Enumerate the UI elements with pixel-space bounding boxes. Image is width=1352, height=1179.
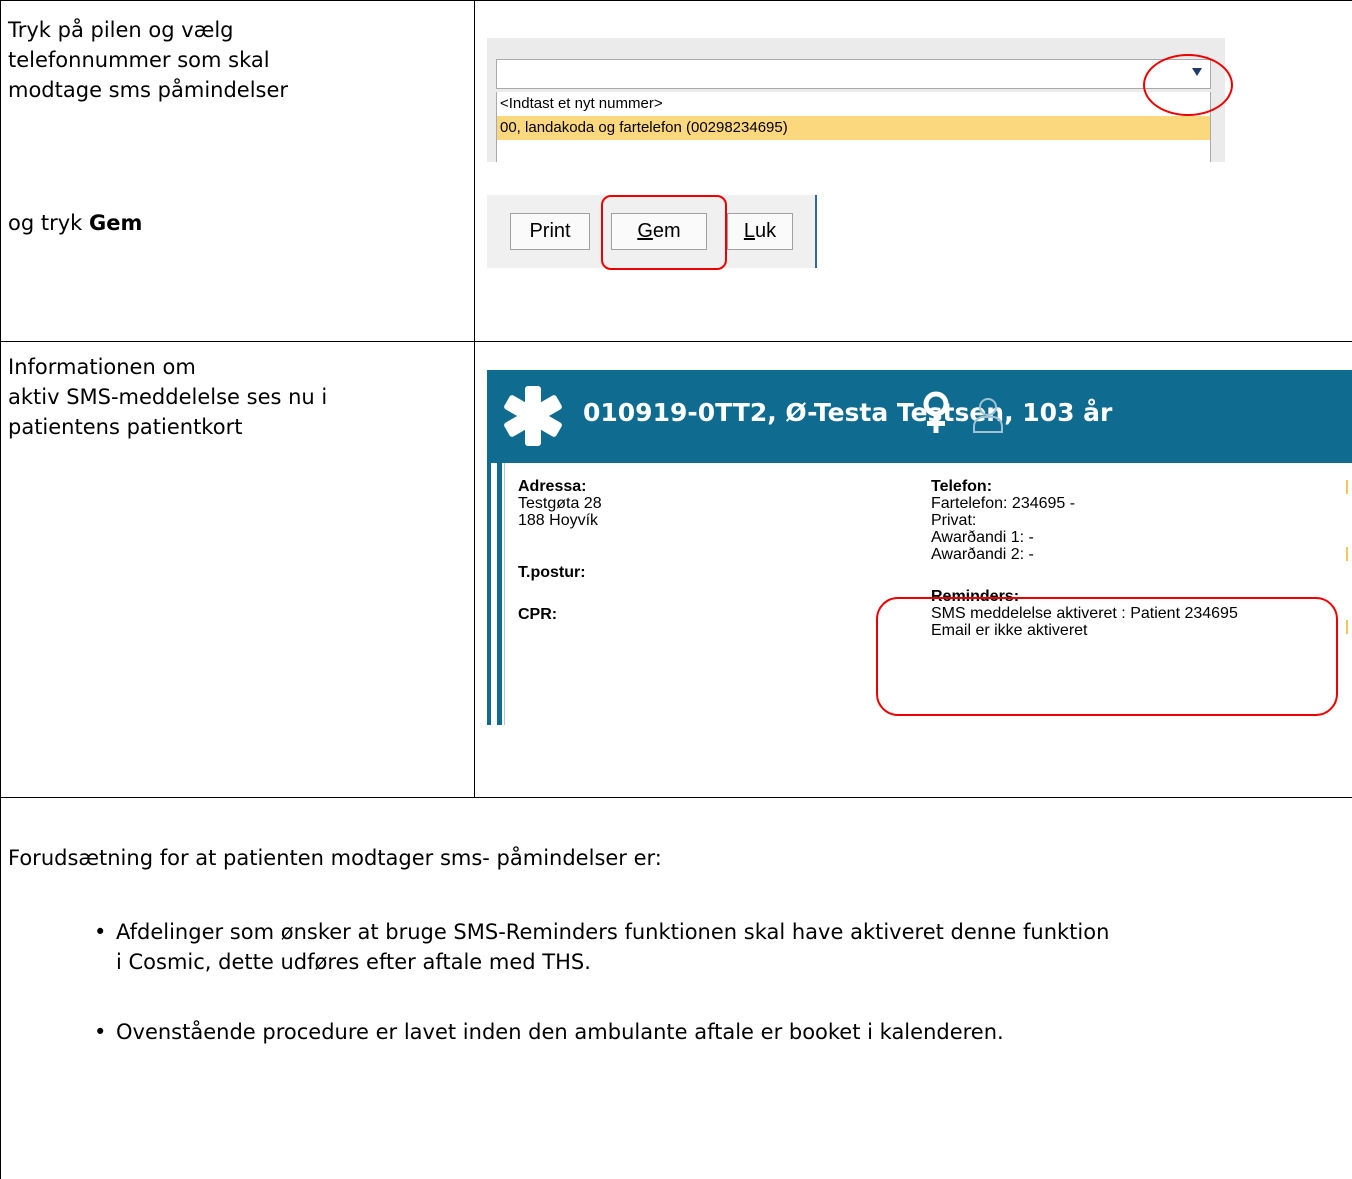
- address-street: Testgøta 28: [518, 495, 602, 512]
- instruction-text: Tryk på pilen og vælg telefonnummer som …: [8, 15, 288, 105]
- dropdown-screenshot: <Indtast et nyt nummer> 00, landakoda og…: [487, 38, 1225, 162]
- table-divider-row1: [0, 341, 1352, 342]
- print-button[interactable]: Print: [510, 213, 590, 250]
- instruction-line: telefonnummer som skal: [8, 48, 270, 72]
- prerequisite-intro: Forudsætning for at patienten modtager s…: [8, 846, 662, 870]
- medical-star-icon: [504, 386, 562, 446]
- instruction-document: Tryk på pilen og vælg telefonnummer som …: [0, 0, 1352, 1179]
- card-edge-marker: [1346, 480, 1348, 494]
- patient-header: 010919-0TT2, Ø-Testa Testsen, 103 år: [487, 370, 1352, 463]
- gem-instruction: og tryk Gem: [8, 208, 142, 238]
- postur-label: T.postur:: [518, 564, 586, 581]
- bullet-item-line: Ovenstående procedure er lavet inden den…: [116, 1020, 1004, 1044]
- bullet-item: Afdelinger som ønsker at bruge SMS-Remin…: [116, 917, 1109, 977]
- female-icon: [923, 391, 949, 433]
- gem-instruction-prefix: og tryk: [8, 211, 89, 235]
- bullet-item: Ovenstående procedure er lavet inden den…: [116, 1017, 1004, 1047]
- luk-button[interactable]: Luk: [727, 213, 793, 250]
- address-label: Adressa:: [518, 478, 587, 495]
- privat-value: Privat:: [931, 512, 977, 529]
- luk-button-mnemonic: L: [743, 220, 755, 242]
- highlight-box-reminders: [876, 597, 1338, 716]
- card-edge-bar: [487, 463, 491, 725]
- bullet-item-line: Afdelinger som ønsker at bruge SMS-Remin…: [116, 920, 1110, 944]
- card-edge-marker: [1346, 547, 1348, 561]
- phone-option-selected[interactable]: 00, landakoda og fartelefon (00298234695…: [497, 116, 1210, 140]
- card-edge-bar: [497, 463, 502, 725]
- instruction-line: modtage sms påmindelser: [8, 78, 289, 102]
- phone-options-list: <Indtast et nyt nummer> 00, landakoda og…: [496, 92, 1211, 162]
- table-divider-vertical: [474, 0, 475, 798]
- telefon-label: Telefon:: [931, 478, 993, 495]
- highlight-circle-arrow: [1143, 54, 1233, 116]
- card-edge-line: [504, 463, 505, 725]
- info-line: aktiv SMS-meddelelse ses nu i: [8, 385, 328, 409]
- cpr-label: CPR:: [518, 606, 558, 623]
- gem-instruction-bold: Gem: [89, 211, 143, 235]
- table-border-top: [0, 0, 1352, 1]
- address-city: 188 Hoyvík: [518, 512, 599, 529]
- fartelefon-value: Fartelefon: 234695 -: [931, 495, 1076, 512]
- info-line: patientens patientkort: [8, 415, 243, 439]
- person-icon[interactable]: [972, 394, 1004, 434]
- table-divider-row2: [0, 797, 1352, 798]
- button-bar-separator: [815, 195, 817, 268]
- bullet-dot: •: [94, 920, 107, 944]
- info-line: Informationen om: [8, 355, 196, 379]
- awardandi1-value: Awarðandi 1: -: [931, 529, 1034, 546]
- card-edge-marker: [1346, 620, 1348, 634]
- bullet-item-line: i Cosmic, dette udføres efter aftale med…: [116, 950, 591, 974]
- instruction-line: Tryk på pilen og vælg: [8, 18, 234, 42]
- phone-select[interactable]: [496, 59, 1211, 89]
- print-button-label: Print: [529, 220, 571, 242]
- highlight-box-gem: [601, 195, 727, 270]
- info-text: Informationen om aktiv SMS-meddelelse se…: [8, 352, 327, 442]
- luk-button-label: uk: [755, 220, 777, 242]
- patient-title: 010919-0TT2, Ø-Testa Testsen, 103 år: [583, 398, 1113, 427]
- phone-option-new[interactable]: <Indtast et nyt nummer>: [497, 92, 1210, 116]
- bullet-dot: •: [94, 1020, 107, 1044]
- awardandi2-value: Awarðandi 2: -: [931, 546, 1034, 563]
- patient-left-column: Adressa: Testgøta 28 188 Hoyvík T.postur…: [518, 478, 602, 623]
- table-border-left: [0, 0, 1, 1179]
